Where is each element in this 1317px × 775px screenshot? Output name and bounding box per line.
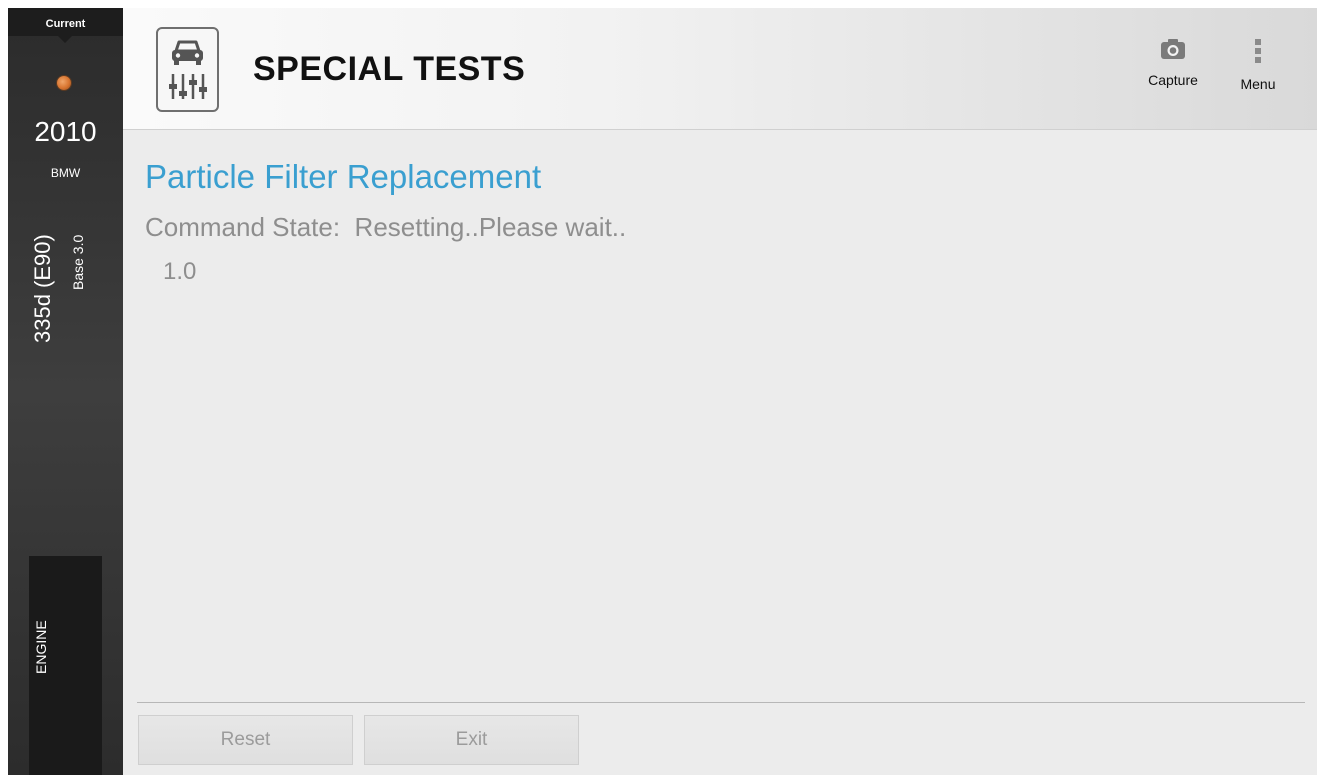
footer-divider [137,702,1305,703]
page-title: SPECIAL TESTS [253,50,526,88]
vehicle-trim: Base 3.0 [70,234,86,290]
current-notch [58,36,72,43]
connection-status-icon [57,76,71,90]
menu-button[interactable]: Menu [1229,38,1287,102]
kebab-menu-icon [1255,39,1261,63]
exit-button[interactable]: Exit [364,715,579,765]
current-label: Current [45,18,86,30]
vehicle-sidebar: Current 2010 BMW 335d (E90) Base 3.0 ENG… [8,8,123,775]
command-state: Command State: Resetting..Please wait.. [145,212,626,243]
vehicle-year: 2010 [34,116,97,147]
camera-icon [1161,39,1185,59]
capture-button[interactable]: Capture [1135,38,1211,102]
vehicle-model: 335d (E90) [30,234,55,343]
reset-button[interactable]: Reset [138,715,353,765]
header-bar: SPECIAL TESTS Capture Menu [123,8,1317,130]
test-title: Particle Filter Replacement [145,158,542,195]
command-state-value: Resetting..Please wait.. [354,212,627,242]
test-value: 1.0 [163,258,197,285]
vehicle-make: BMW [50,166,81,180]
system-tab-label: ENGINE [33,620,49,674]
command-state-label: Command State: [145,212,341,242]
main-content: Particle Filter Replacement Command Stat… [123,130,1317,775]
capture-label: Capture [1148,72,1198,88]
menu-label: Menu [1240,76,1276,92]
special-tests-icon [156,27,219,112]
